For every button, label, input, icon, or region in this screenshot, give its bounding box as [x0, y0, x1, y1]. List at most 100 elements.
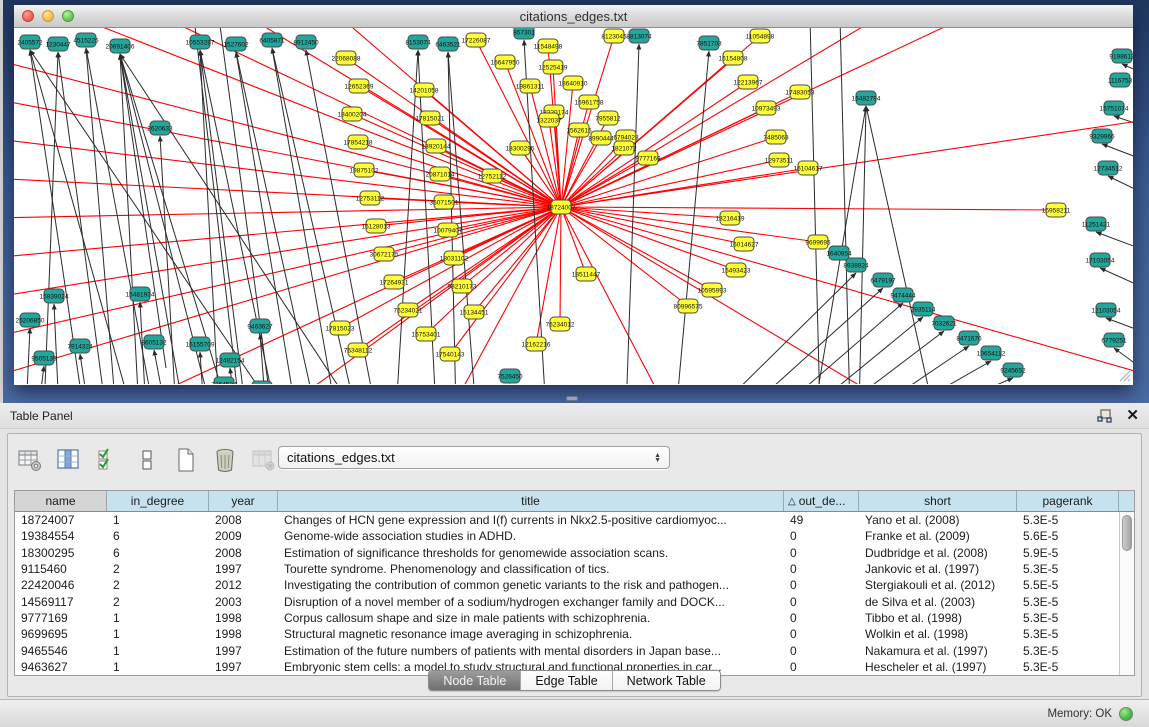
cell-name[interactable]: 9699695: [15, 627, 107, 641]
graph-node-teal[interactable]: 8471676: [956, 331, 982, 345]
graph-node-yellow[interactable]: 15134451: [460, 305, 489, 319]
column-header-in_degree[interactable]: in_degree: [107, 491, 209, 511]
cell-pagerank[interactable]: 5.3E-5: [1017, 611, 1119, 625]
cell-in_degree[interactable]: 6: [107, 529, 209, 543]
table-selector-dropdown[interactable]: citations_edges.txt ▲▼: [278, 446, 670, 469]
graph-node-yellow[interactable]: 18511447: [572, 267, 601, 281]
cell-pagerank[interactable]: 5.3E-5: [1017, 644, 1119, 658]
cell-pagerank[interactable]: 5.3E-5: [1017, 595, 1119, 609]
graph-node-teal[interactable]: 8605132: [141, 335, 167, 349]
graph-node-yellow[interactable]: 17226087: [462, 33, 491, 47]
table-row[interactable]: 2242004622012Investigating the contribut…: [15, 577, 1134, 593]
graph-node-teal[interactable]: 8153074: [405, 35, 431, 49]
graph-node-teal[interactable]: 2405572: [17, 35, 43, 49]
graph-node-yellow[interactable]: 15493423: [722, 263, 751, 277]
graph-node-teal[interactable]: 16482794: [852, 91, 881, 105]
graph-node-yellow[interactable]: 12162216: [522, 337, 551, 351]
graph-node-yellow[interactable]: 11054898: [746, 29, 775, 43]
graph-node-teal[interactable]: 12103054: [1092, 303, 1121, 317]
graph-node-yellow[interactable]: 16961758: [575, 95, 604, 109]
cell-name[interactable]: 22420046: [15, 578, 107, 592]
graph-node-teal[interactable]: 7264524: [211, 377, 237, 384]
table-row[interactable]: 977716911998Corpus callosum shape and si…: [15, 610, 1134, 626]
graph-node-yellow[interactable]: 12973511: [765, 153, 794, 167]
graph-node-yellow[interactable]: 16154808: [719, 51, 748, 65]
graph-node-teal[interactable]: 1116753: [1108, 73, 1133, 87]
graph-node-teal[interactable]: 15839024: [40, 289, 69, 303]
graph-node-yellow[interactable]: 17815023: [326, 321, 355, 335]
panel-splitter-handle[interactable]: [566, 396, 578, 401]
cell-name[interactable]: 14569117: [15, 595, 107, 609]
cell-out_degree[interactable]: 0: [784, 529, 859, 543]
graph-node-teal[interactable]: 25206850: [16, 313, 45, 327]
cell-name[interactable]: 19384554: [15, 529, 107, 543]
graph-node-teal[interactable]: 6463521: [435, 37, 461, 51]
graph-node-yellow[interactable]: 12753112: [356, 191, 385, 205]
cell-title[interactable]: Structural magnetic resonance image aver…: [278, 627, 784, 641]
graph-node-yellow[interactable]: 15958211: [1042, 203, 1071, 217]
column-header-name[interactable]: name: [15, 491, 107, 511]
graph-node-teal[interactable]: 9474444: [890, 288, 916, 302]
graph-node-teal[interactable]: 9505135: [31, 351, 57, 365]
graph-node-yellow[interactable]: 16753401: [412, 327, 441, 341]
cell-out_degree[interactable]: 0: [784, 611, 859, 625]
graph-node-yellow[interactable]: 16128013: [362, 219, 391, 233]
cell-in_degree[interactable]: 1: [107, 627, 209, 641]
graph-node-teal[interactable]: 9463627: [247, 319, 273, 333]
network-window-titlebar[interactable]: citations_edges.txt: [14, 5, 1133, 28]
cell-year[interactable]: 2009: [209, 529, 278, 543]
graph-node-yellow[interactable]: 1821072: [611, 141, 637, 155]
column-header-year[interactable]: year: [209, 491, 278, 511]
graph-node-yellow[interactable]: 12213967: [734, 75, 763, 89]
graph-node-teal[interactable]: 9105824: [249, 381, 275, 384]
close-window-button[interactable]: [22, 10, 34, 22]
graph-node-teal[interactable]: 2935114: [911, 302, 936, 316]
cell-out_degree[interactable]: 0: [784, 578, 859, 592]
cell-name[interactable]: 9115460: [15, 562, 107, 576]
cell-title[interactable]: Estimation of significance thresholds fo…: [278, 546, 784, 560]
graph-node-yellow[interactable]: 8990444: [588, 131, 614, 145]
graph-node-yellow[interactable]: 16014627: [730, 237, 759, 251]
graph-node-yellow[interactable]: 9777169: [635, 151, 661, 165]
graph-node-yellow[interactable]: 76234012: [546, 317, 575, 331]
graph-node-yellow[interactable]: 1322037: [536, 113, 562, 127]
graph-node-teal[interactable]: 8912450: [293, 35, 319, 49]
graph-node-teal[interactable]: 12734512: [1094, 161, 1123, 175]
network-canvas[interactable]: 1872400722068088126523691840020417854218…: [14, 28, 1133, 384]
cell-title[interactable]: Corpus callosum shape and size in male p…: [278, 611, 784, 625]
column-header-short[interactable]: short: [859, 491, 1017, 511]
cell-title[interactable]: Disruption of a novel member of a sodium…: [278, 595, 784, 609]
cell-short[interactable]: Tibbo et al. (1998): [859, 611, 1017, 625]
table-row[interactable]: 911546021997Tourette syndrome. Phenomeno…: [15, 561, 1134, 577]
cell-short[interactable]: Wolkin et al. (1998): [859, 627, 1017, 641]
cell-title[interactable]: Tourette syndrome. Phenomenology and cla…: [278, 562, 784, 576]
cell-year[interactable]: 2003: [209, 595, 278, 609]
tab-node-table[interactable]: Node Table: [429, 671, 521, 690]
graph-node-teal[interactable]: 6779251: [1101, 333, 1127, 347]
column-header-pagerank[interactable]: pagerank: [1017, 491, 1119, 511]
cell-in_degree[interactable]: 6: [107, 546, 209, 560]
graph-node-teal[interactable]: 7526450: [497, 369, 523, 383]
vertical-scrollbar[interactable]: [1119, 512, 1134, 675]
graph-node-teal[interactable]: 6405871: [259, 33, 285, 47]
graph-node-yellow[interactable]: 10079407: [434, 223, 463, 237]
cell-name[interactable]: 9465546: [15, 644, 107, 658]
graph-node-yellow[interactable]: 11548498: [534, 39, 563, 53]
scrollbar-thumb[interactable]: [1122, 515, 1132, 551]
table-row[interactable]: 1456911722003Disruption of a novel membe…: [15, 593, 1134, 609]
graph-node-yellow[interactable]: 8123045: [601, 29, 627, 43]
cell-in_degree[interactable]: 2: [107, 578, 209, 592]
graph-node-yellow[interactable]: 17854218: [344, 135, 373, 149]
graph-node-teal[interactable]: 16155709: [186, 337, 215, 351]
cell-title[interactable]: Estimation of the future numbers of pati…: [278, 644, 784, 658]
cell-title[interactable]: Investigating the contribution of common…: [278, 578, 784, 592]
table-row[interactable]: 969969511998Structural magnetic resonanc…: [15, 626, 1134, 642]
graph-node-teal[interactable]: 1527602: [223, 37, 249, 51]
cell-name[interactable]: 18724007: [15, 513, 107, 527]
graph-node-yellow[interactable]: 17540143: [436, 347, 465, 361]
cell-pagerank[interactable]: 5.3E-5: [1017, 562, 1119, 576]
graph-node-yellow[interactable]: 13216419: [716, 211, 745, 225]
cell-year[interactable]: 1997: [209, 644, 278, 658]
graph-node-yellow[interactable]: 17483053: [786, 85, 815, 99]
row-height-icon[interactable]: [133, 446, 161, 474]
